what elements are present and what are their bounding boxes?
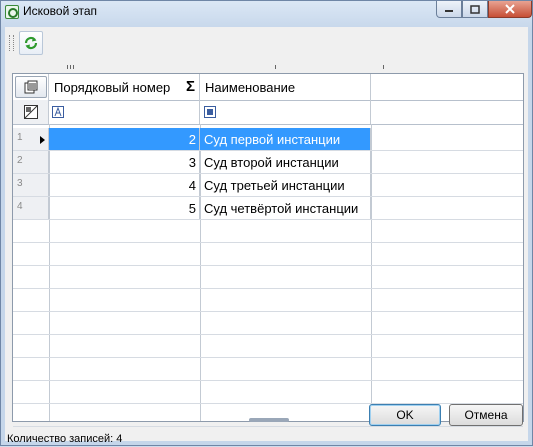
refresh-icon (24, 36, 38, 50)
status-bar: Количество записей: 4 (7, 433, 123, 445)
ruler-tick (275, 65, 276, 69)
row-number-cell[interactable]: 5 (49, 197, 200, 219)
minimize-icon (445, 10, 453, 12)
empty-row (13, 358, 523, 381)
column-header-number-label: Порядковый номер (54, 80, 171, 95)
table-row[interactable]: 4 5 Суд четвёртой инстанции (13, 197, 523, 220)
toolbar-grip[interactable] (9, 35, 14, 51)
grid-corner (13, 74, 49, 100)
empty-row (13, 335, 523, 358)
ok-button[interactable]: OK (369, 404, 441, 426)
ruler-tick (70, 65, 71, 69)
empty-row (13, 312, 523, 335)
row-number-cell[interactable]: 3 (49, 151, 200, 173)
table-row[interactable]: 1 2 Суд первой инстанции (13, 128, 523, 151)
row-name-cell[interactable]: Суд первой инстанции (200, 128, 371, 150)
column-chooser-icon (24, 80, 38, 94)
row-name-cell[interactable]: Суд четвёртой инстанции (200, 197, 371, 219)
filter-name-input[interactable] (200, 100, 371, 124)
grid-resize-handle[interactable] (249, 418, 289, 422)
row-index: 3 (13, 174, 49, 196)
row-name-cell[interactable]: Суд третьей инстанции (200, 174, 371, 196)
filter-row (13, 100, 523, 125)
maximize-button[interactable] (462, 1, 488, 18)
ruler-tick (73, 65, 74, 69)
filter-number-input[interactable] (49, 100, 200, 124)
grid-header: Порядковый номер Σ Наименование (13, 74, 523, 101)
table-row[interactable]: 3 4 Суд третьей инстанции (13, 174, 523, 197)
window-title: Исковой этап (23, 4, 98, 18)
empty-row (13, 266, 523, 289)
row-number-cell[interactable]: 2 (49, 128, 200, 150)
dialog-client: Порядковый номер Σ Наименование 1 2 Суд … (5, 27, 528, 445)
ruler-tick (67, 65, 68, 69)
row-index: 4 (13, 197, 49, 219)
clear-filter-icon (24, 105, 38, 119)
column-header-name-label: Наименование (205, 80, 296, 95)
close-button[interactable] (488, 1, 532, 18)
toolbar (5, 27, 528, 59)
equals-filter-icon (204, 106, 216, 118)
empty-row (13, 289, 523, 312)
row-number-cell[interactable]: 4 (49, 174, 200, 196)
maximize-icon (470, 4, 480, 14)
current-row-icon (40, 136, 45, 144)
sum-icon[interactable]: Σ (186, 78, 195, 95)
title-bar[interactable]: Исковой этап (1, 1, 532, 23)
empty-row (13, 381, 523, 404)
minimize-button[interactable] (436, 1, 462, 18)
column-header-name[interactable]: Наименование (200, 74, 371, 100)
empty-row (13, 243, 523, 266)
column-ruler (12, 63, 524, 73)
dialog-window: Исковой этап Порядковый номер Σ Наименов… (0, 0, 533, 446)
cancel-button[interactable]: Отмена (449, 404, 523, 426)
text-filter-icon (52, 106, 64, 118)
row-name-cell[interactable]: Суд второй инстанции (200, 151, 371, 173)
empty-row (13, 220, 523, 243)
table-row[interactable]: 2 3 Суд второй инстанции (13, 151, 523, 174)
ruler-tick (383, 65, 384, 69)
filter-clear-cell[interactable] (13, 100, 49, 124)
close-icon (505, 4, 515, 14)
empty-row (13, 404, 523, 427)
records-grid[interactable]: Порядковый номер Σ Наименование 1 2 Суд … (12, 73, 524, 427)
column-header-number[interactable]: Порядковый номер Σ (49, 74, 200, 100)
refresh-button[interactable] (19, 31, 43, 55)
row-index: 2 (13, 151, 49, 173)
app-icon (5, 5, 19, 19)
column-chooser-button[interactable] (15, 76, 47, 98)
